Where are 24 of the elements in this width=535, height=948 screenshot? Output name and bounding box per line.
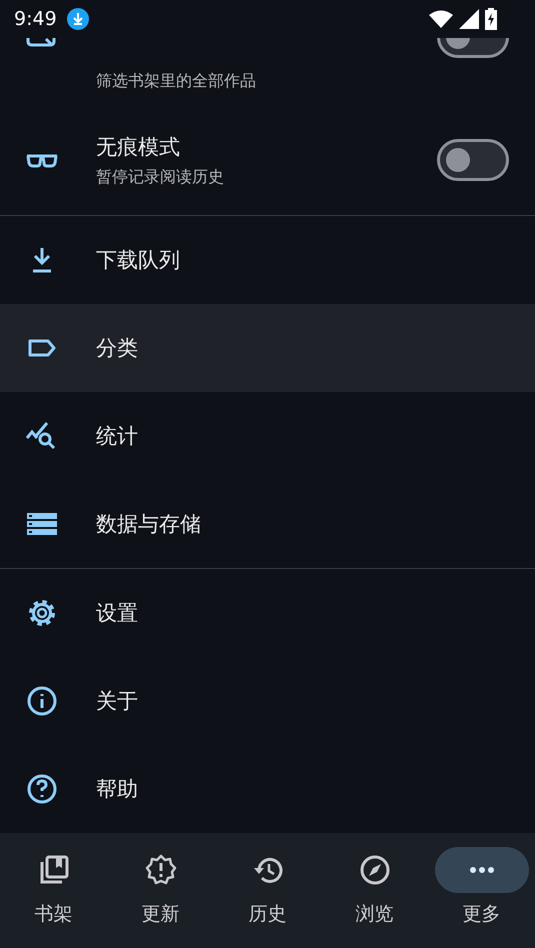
nav-tab[interactable]: 书架 — [0, 846, 107, 927]
menu-item[interactable]: 统计 — [0, 392, 535, 480]
battery-icon — [485, 8, 497, 30]
setting-subtitle: 筛选书架里的全部作品 — [96, 70, 257, 92]
library-icon — [38, 854, 70, 886]
menu-item[interactable]: 数据与存储 — [0, 480, 535, 568]
download-notification-icon — [66, 8, 89, 30]
nav-tab[interactable]: 历史 — [214, 846, 321, 927]
toggle-switch[interactable] — [437, 139, 509, 182]
more-icon — [470, 866, 494, 873]
alert-badge-icon — [144, 854, 176, 886]
menu-item[interactable]: 帮助 — [0, 744, 535, 833]
menu-item[interactable]: 关于 — [0, 656, 535, 745]
nav-tab[interactable]: 更新 — [107, 846, 214, 927]
status-time: 9:49 — [14, 8, 57, 30]
signal-icon — [459, 9, 479, 29]
menu-item[interactable]: 下载队列 — [0, 216, 535, 304]
menu-item[interactable]: 设置 — [0, 568, 535, 657]
compass-icon — [358, 854, 390, 886]
menu-item[interactable]: 分类 — [0, 304, 535, 392]
setting-subtitle: 暂停记录阅读历史 — [96, 166, 225, 188]
wifi-icon — [429, 10, 453, 28]
setting-title: 无痕模式 — [96, 134, 181, 161]
nav-tab[interactable]: 浏览 — [321, 846, 428, 927]
